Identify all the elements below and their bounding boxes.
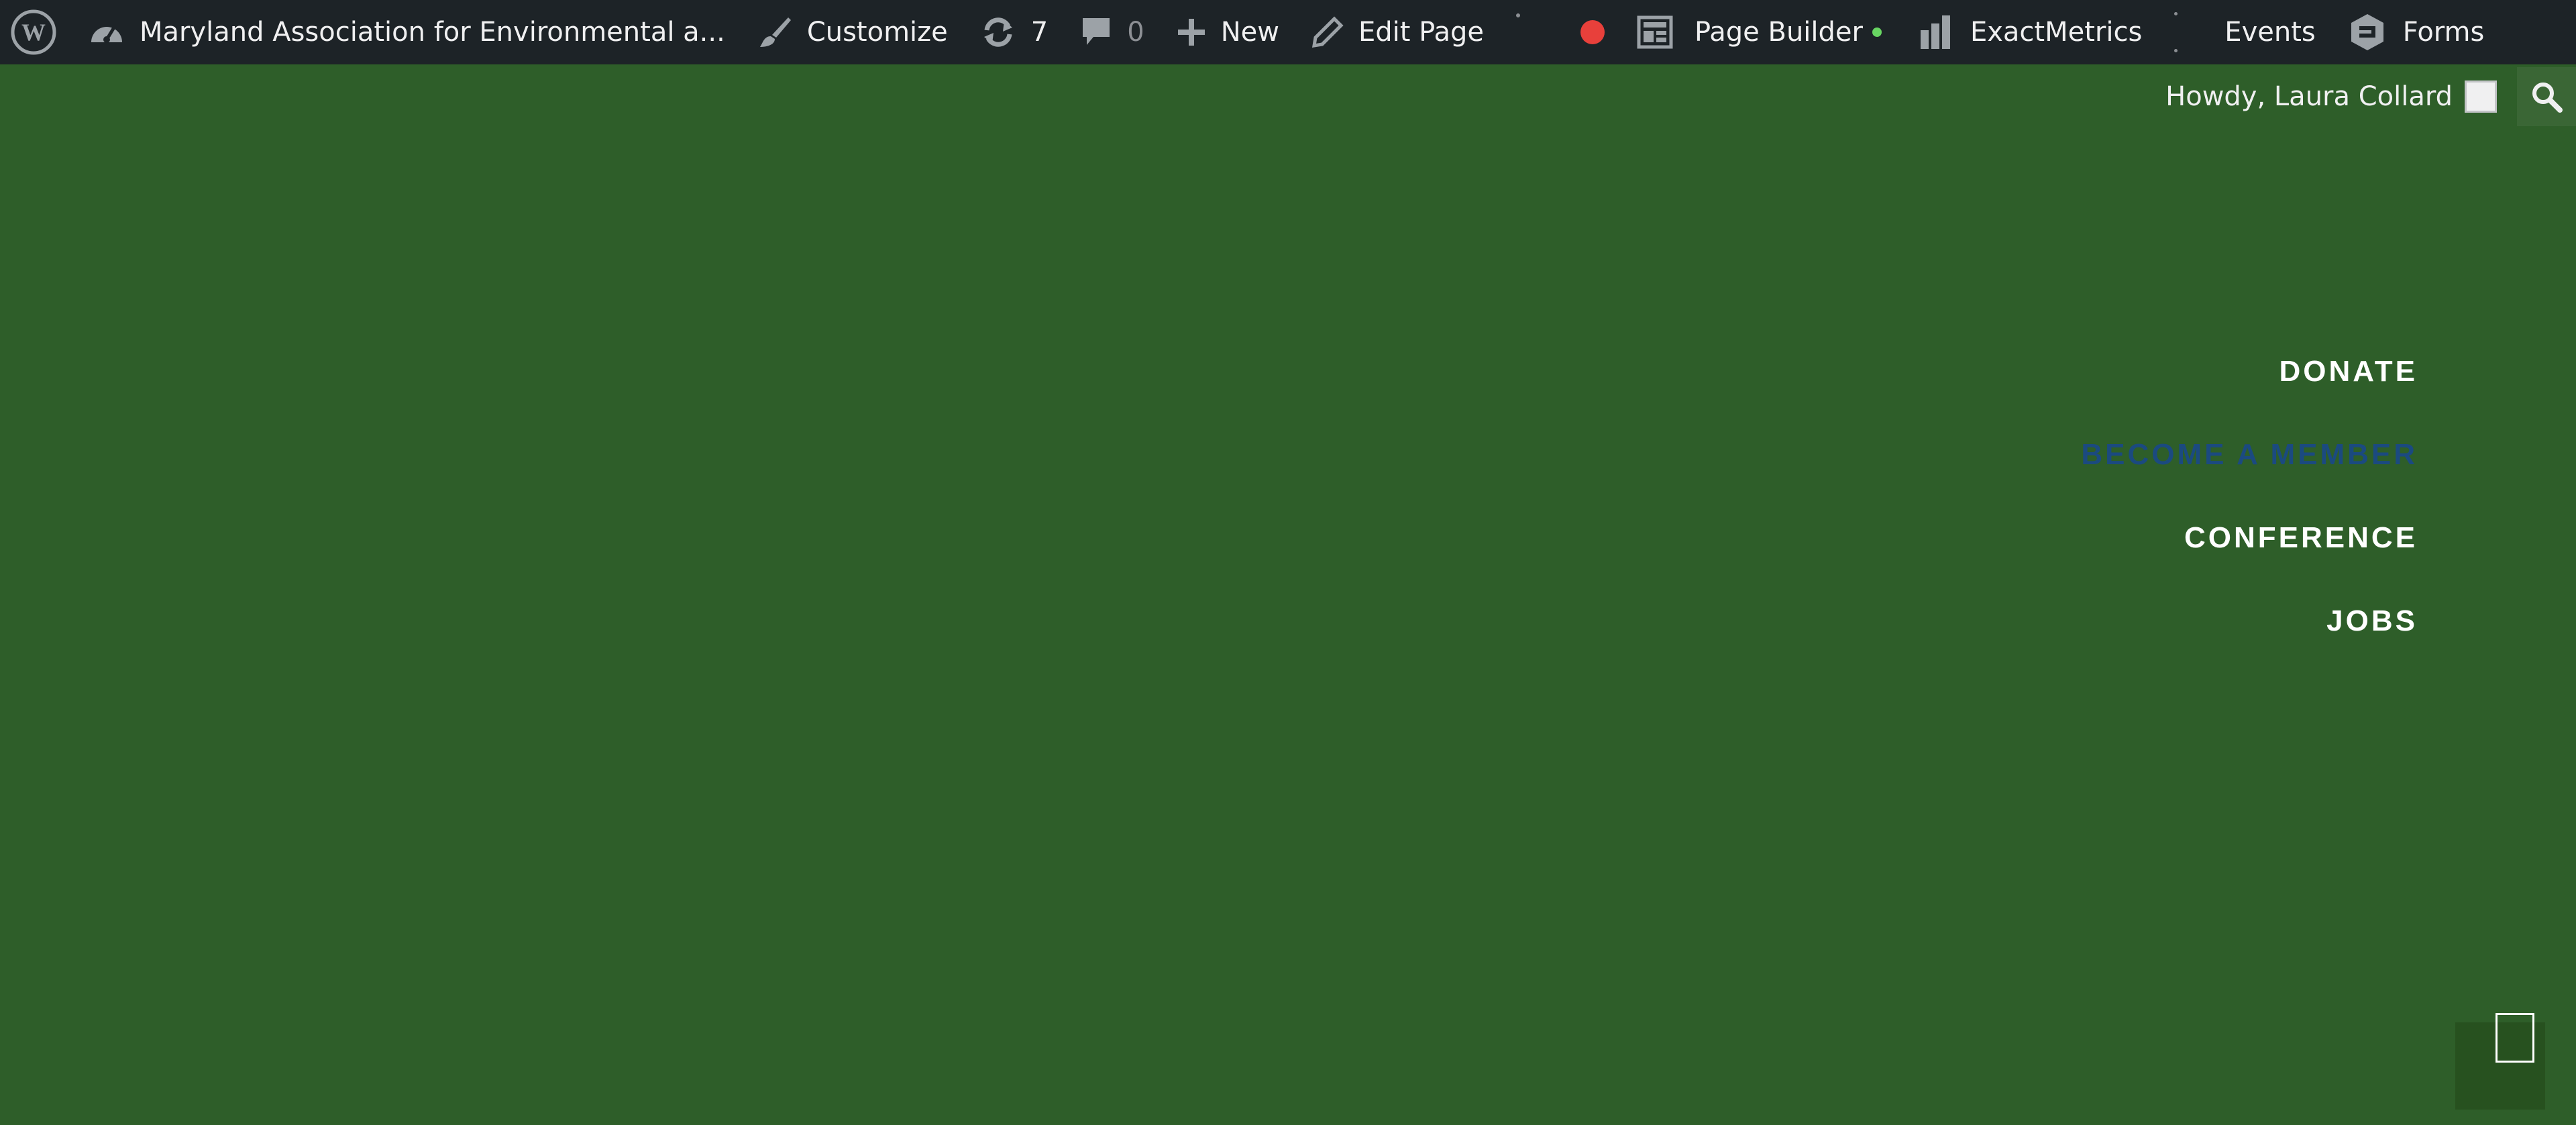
nav-jobs[interactable]: JOBS xyxy=(2326,598,2418,682)
separator-dot xyxy=(1515,0,1520,64)
edit-page-button[interactable]: Edit Page xyxy=(1311,0,1484,64)
user-greeting[interactable]: Howdy, Laura Collard xyxy=(2165,81,2453,112)
comments-button[interactable]: 0 xyxy=(1080,0,1144,64)
page-builder-status-dot-icon xyxy=(1872,28,1882,37)
separator-dots xyxy=(2174,0,2178,64)
search-button[interactable] xyxy=(2517,67,2576,126)
paintbrush-icon xyxy=(759,17,791,47)
customize-button[interactable]: Customize xyxy=(757,0,948,64)
wordpress-logo-button[interactable]: W xyxy=(11,0,56,64)
forms-logo-icon xyxy=(2351,14,2383,50)
exactmetrics-button[interactable]: ExactMetrics xyxy=(1919,0,2142,64)
wordpress-icon: W xyxy=(11,9,56,55)
admin-bar: W Maryland Association for Environmental… xyxy=(0,0,2576,64)
updates-refresh-icon xyxy=(983,17,1012,47)
updates-count: 7 xyxy=(1030,17,1049,48)
comments-count: 0 xyxy=(1127,17,1144,48)
bar-chart-icon xyxy=(1920,15,1950,49)
scroll-to-top-box-icon xyxy=(2496,1013,2534,1063)
new-content-button[interactable]: New xyxy=(1177,0,1279,64)
nav-become-a-member[interactable]: BECOME A MEMBER xyxy=(2081,432,2418,515)
recording-dot-icon xyxy=(1580,20,1605,44)
new-label: New xyxy=(1220,17,1279,48)
forms-label: Forms xyxy=(2402,17,2485,48)
page-builder-layout-icon xyxy=(1637,15,1673,49)
svg-text:W: W xyxy=(21,19,46,46)
pencil-icon xyxy=(1311,16,1344,48)
page-builder-button[interactable]: Page Builder xyxy=(1637,0,1882,64)
dashboard-gauge-icon xyxy=(91,26,122,43)
nav-donate[interactable]: DONATE xyxy=(2279,349,2418,432)
search-icon xyxy=(2532,83,2563,113)
page-builder-label: Page Builder xyxy=(1694,17,1863,48)
nav-conference[interactable]: CONFERENCE xyxy=(2184,515,2418,598)
forms-button[interactable]: Forms xyxy=(2349,0,2485,64)
customize-label: Customize xyxy=(806,17,948,48)
events-button[interactable]: Events xyxy=(2224,0,2315,64)
events-label: Events xyxy=(2224,17,2316,48)
site-name-menu[interactable]: Maryland Association for Environmental a… xyxy=(89,0,725,64)
exactmetrics-label: ExactMetrics xyxy=(1970,17,2143,48)
plus-icon xyxy=(1177,19,1205,46)
edit-page-label: Edit Page xyxy=(1358,17,1484,48)
site-name-label: Maryland Association for Environmental a… xyxy=(140,17,725,48)
recording-status-button[interactable] xyxy=(1580,0,1605,64)
avatar[interactable] xyxy=(2465,81,2497,113)
updates-button[interactable]: 7 xyxy=(980,0,1048,64)
header-navigation: DONATE BECOME A MEMBER CONFERENCE JOBS xyxy=(2081,349,2418,682)
admin-bar-secondary: Howdy, Laura Collard xyxy=(2165,64,2576,129)
comment-bubble-icon xyxy=(1083,18,1110,45)
